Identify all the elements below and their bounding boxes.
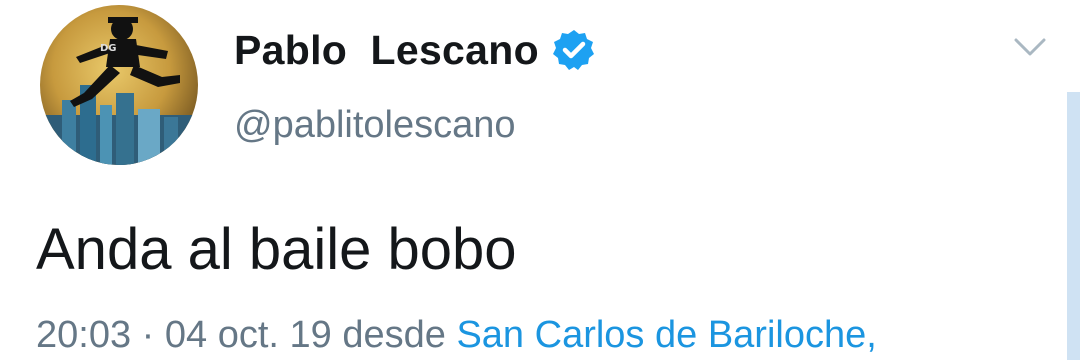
svg-text:DG: DG [100,43,117,54]
meta-separator: · [141,314,155,356]
tweet-detail: DG Pablo Lescano @pablitolescano Anda al… [0,0,1080,360]
scroll-indicator [1067,92,1080,360]
location-link[interactable]: San Carlos de Bariloche, [456,314,876,356]
chevron-down-icon[interactable] [1006,30,1054,66]
verified-badge-icon [553,30,594,70]
source-prefix: desde [342,314,446,356]
avatar-image: DG [40,17,198,165]
display-name[interactable]: Pablo Lescano [234,24,539,76]
user-handle[interactable]: @pablitolescano [234,100,516,150]
avatar[interactable]: DG [40,5,198,165]
tweet-date: 04 oct. 19 [164,314,332,356]
tweet-time: 20:03 [36,314,132,356]
tweet-meta: 20:03 · 04 oct. 19 desde San Carlos de B… [36,310,877,360]
tweet-text: Anda al baile bobo [36,217,517,282]
